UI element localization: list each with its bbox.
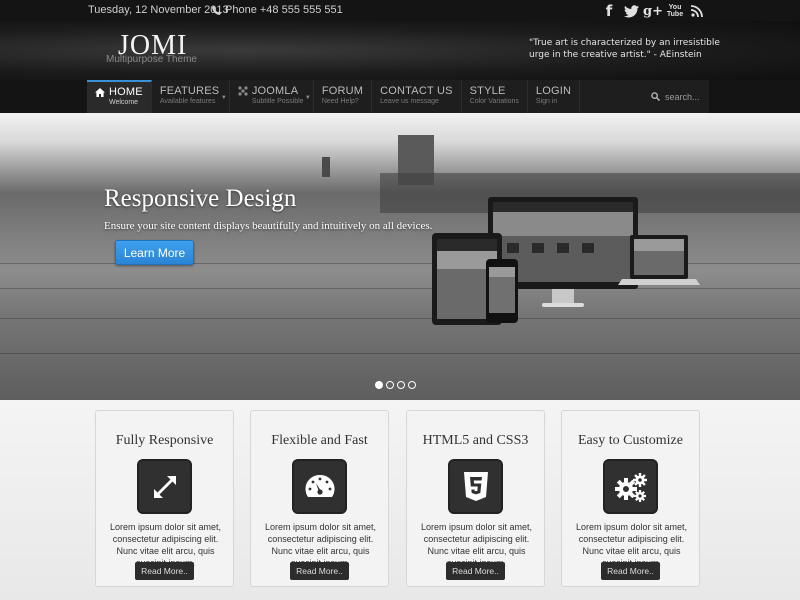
feature-card: Flexible and Fast Lorem ipsum dolor sit …: [250, 410, 389, 587]
nav-label: CONTACT US: [380, 85, 453, 97]
nav-sublabel: Leave us message: [380, 98, 439, 105]
learn-more-button[interactable]: Learn More: [115, 240, 194, 265]
read-more-button[interactable]: Read More..: [135, 562, 194, 580]
nav-sublabel: Welcome: [109, 99, 139, 106]
hero-slider: Responsive Design Ensure your site conte…: [0, 113, 800, 400]
site-header: JOMI Multipurpose Theme "True art is cha…: [0, 21, 800, 80]
social-links: f g+ You Tube: [600, 2, 706, 20]
nav-item-forum[interactable]: FORUM Need Help?: [314, 80, 373, 113]
home-icon: [95, 87, 105, 97]
slide-dot[interactable]: [386, 381, 394, 389]
expand-arrows-icon: [137, 459, 192, 514]
nav-label: FORUM: [321, 85, 364, 97]
nav-sublabel: Sign in: [535, 98, 558, 105]
nav-label: JOOMLA: [251, 85, 299, 97]
features-section: Fully Responsive Lorem ipsum dolor sit a…: [0, 400, 800, 600]
youtube-icon[interactable]: You Tube: [666, 2, 684, 20]
phone-number: Phone +48 555 555 551: [225, 4, 343, 16]
nav-sublabel: Subtitle Possible: [251, 98, 304, 105]
phone-icon: [212, 5, 221, 15]
feature-title: HTML5 and CSS3: [422, 433, 529, 448]
feature-title: Fully Responsive: [115, 433, 214, 448]
nav-label: FEATURES: [159, 85, 220, 97]
feature-title: Easy to Customize: [578, 433, 683, 448]
current-date: Tuesday, 12 November 2013: [88, 4, 229, 16]
feature-card: Easy to Customize Lorem ipsum dolor sit …: [561, 410, 700, 587]
chevron-down-icon: ▼: [304, 95, 311, 101]
background-post: [322, 157, 330, 177]
nav-item-home[interactable]: HOME Welcome: [87, 80, 152, 113]
feature-card: HTML5 and CSS3 Lorem ipsum dolor sit ame…: [406, 410, 545, 587]
slide-dot[interactable]: [397, 381, 405, 389]
nav-item-style[interactable]: STYLE Color Variations: [462, 80, 528, 113]
site-tagline: Multipurpose Theme: [106, 54, 197, 65]
read-more-button[interactable]: Read More..: [601, 562, 660, 580]
nav-label: LOGIN: [535, 85, 572, 97]
feature-title: Flexible and Fast: [271, 433, 368, 448]
nav-sublabel: Available features: [159, 98, 216, 105]
facebook-icon[interactable]: f: [600, 2, 618, 20]
devices-image: [432, 197, 700, 325]
hero-title: Responsive Design: [104, 185, 297, 212]
html5-icon: [448, 459, 503, 514]
nav-item-joomla[interactable]: JOOMLA Subtitle Possible ▼: [230, 80, 314, 113]
google-plus-icon[interactable]: g+: [643, 2, 663, 20]
nav-label: STYLE: [469, 85, 506, 97]
header-quote: "True art is characterized by an irresis…: [529, 38, 720, 60]
search-input[interactable]: search...: [665, 92, 700, 102]
twitter-icon[interactable]: [622, 2, 640, 20]
speedometer-icon: [292, 459, 347, 514]
hero-subtitle: Ensure your site content displays beauti…: [104, 220, 433, 232]
slide-indicators: [375, 381, 416, 389]
top-bar: Tuesday, 12 November 2013 Phone +48 555 …: [0, 0, 800, 21]
slide-dot[interactable]: [408, 381, 416, 389]
search-icon: [651, 92, 660, 101]
nav-sublabel: Need Help?: [321, 98, 359, 105]
rss-icon[interactable]: [688, 2, 706, 20]
slide-dot[interactable]: [375, 381, 383, 389]
read-more-button[interactable]: Read More..: [290, 562, 349, 580]
joomla-icon: [238, 86, 248, 96]
phone-info: Phone +48 555 555 551: [212, 4, 343, 16]
search-box[interactable]: search...: [639, 80, 709, 113]
nav-menu: HOME Welcome FEATURES Available features…: [87, 80, 709, 113]
nav-item-login[interactable]: LOGIN Sign in: [528, 80, 581, 113]
chevron-down-icon: ▼: [220, 95, 227, 101]
nav-sublabel: Color Variations: [469, 98, 519, 105]
read-more-button[interactable]: Read More..: [446, 562, 505, 580]
nav-item-contact-us[interactable]: CONTACT US Leave us message: [372, 80, 462, 113]
main-nav: HOME Welcome FEATURES Available features…: [0, 80, 800, 113]
board-line: [0, 353, 800, 354]
gears-icon: [603, 459, 658, 514]
feature-card: Fully Responsive Lorem ipsum dolor sit a…: [95, 410, 234, 587]
nav-label: HOME: [109, 86, 143, 98]
nav-item-features[interactable]: FEATURES Available features ▼: [152, 80, 230, 113]
